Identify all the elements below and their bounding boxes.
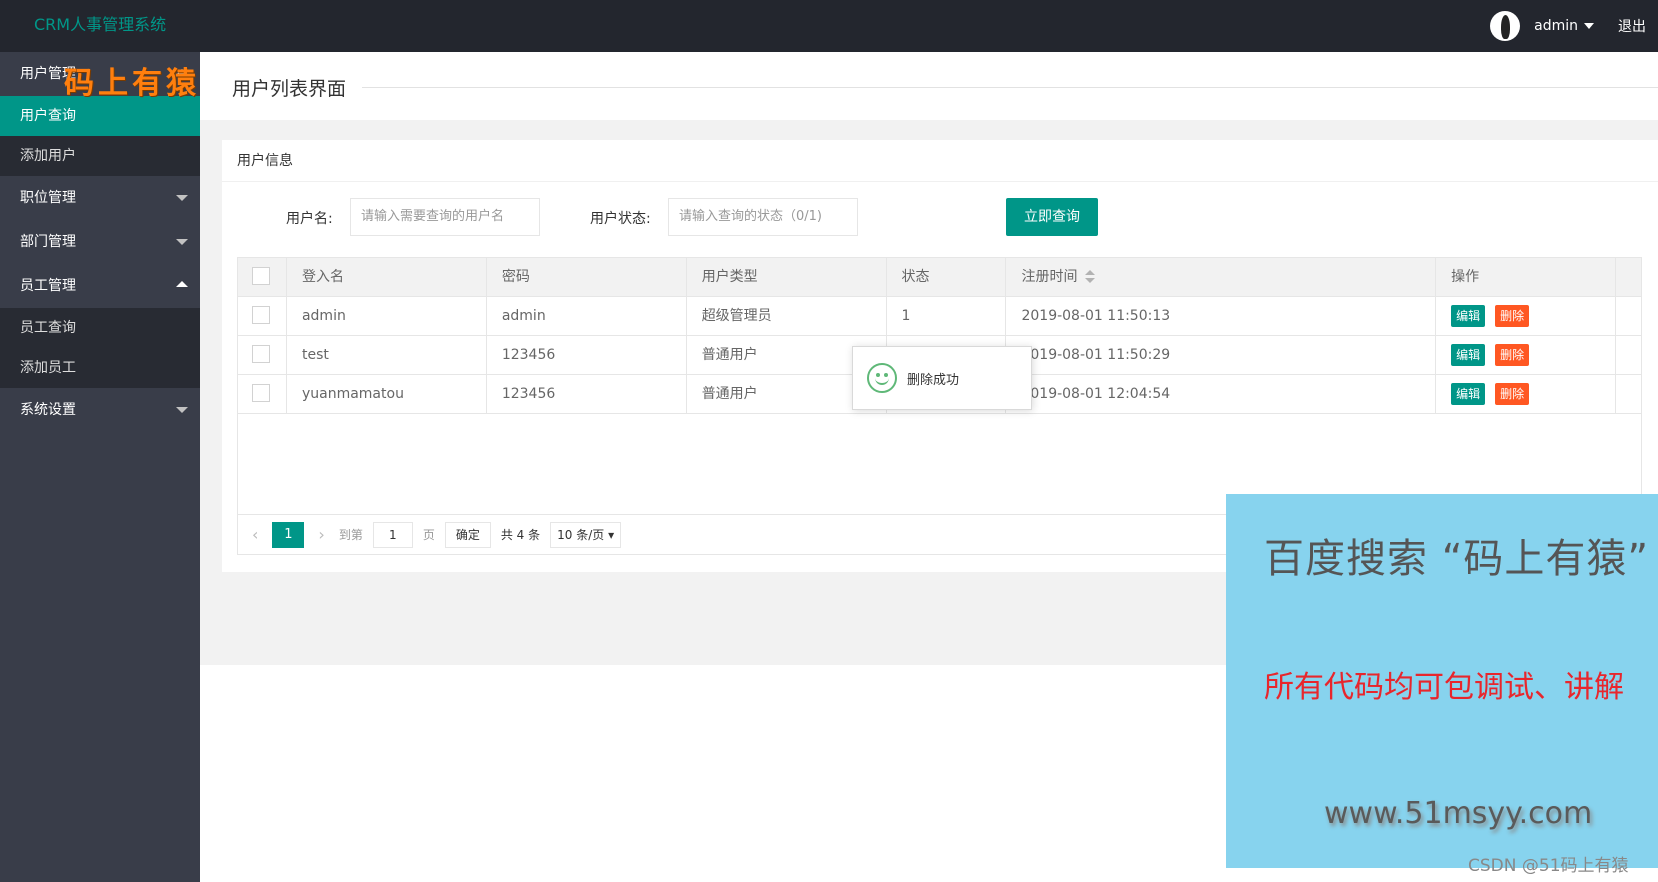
- nav-group-position-management[interactable]: 职位管理: [0, 176, 200, 220]
- chevron-left-icon[interactable]: ‹: [252, 525, 258, 544]
- nav-group-label: 系统设置: [20, 402, 76, 418]
- chevron-down-icon: [176, 195, 188, 201]
- app-logo[interactable]: CRM人事管理系统: [34, 11, 166, 35]
- logout-link[interactable]: 退出: [1618, 16, 1646, 36]
- header-label: 注册时间: [1021, 269, 1078, 285]
- row-checkbox[interactable]: [252, 344, 270, 363]
- toast-message: 删除成功: [907, 372, 960, 388]
- header-cell-login: 登入名: [287, 258, 487, 296]
- sidebar-item-add-user[interactable]: 添加用户: [0, 136, 200, 176]
- cell-registered: 2019-08-01 12:04:54: [1006, 375, 1437, 413]
- card-header: 用户信息: [222, 140, 1658, 182]
- ad-banner: 百度搜索 “码上有猿” 所有代码均可包调试、讲解 www.51msyy.com: [1226, 494, 1658, 868]
- header-cell-status: 状态: [887, 258, 1007, 296]
- cell-password: admin: [487, 297, 687, 335]
- username-search-input[interactable]: 请输入需要查询的用户名: [350, 198, 540, 236]
- title-divider: [362, 87, 1658, 88]
- username-label: 用户名:: [286, 211, 333, 227]
- delete-button[interactable]: 删除: [1495, 305, 1530, 327]
- cell-type: 超级管理员: [687, 297, 887, 335]
- cell-password: 123456: [487, 375, 687, 413]
- select-all-checkbox[interactable]: [252, 266, 270, 285]
- page-current[interactable]: 1: [272, 521, 305, 548]
- csdn-credit: CSDN @51码上有猿: [1468, 856, 1629, 876]
- nav-group-label: 员工管理: [20, 278, 76, 294]
- cell-login: admin: [287, 297, 487, 335]
- cell-registered: 2019-08-01 11:50:29: [1006, 336, 1437, 374]
- table-header: 登入名 密码 用户类型 状态 注册时间 操作: [238, 258, 1641, 297]
- username-label: admin: [1534, 18, 1578, 34]
- title-row: 用户列表界面: [200, 52, 1658, 120]
- cell-actions: 编辑 删除: [1436, 336, 1617, 374]
- sidebar-item-add-employee[interactable]: 添加员工: [0, 348, 200, 388]
- nav-children-user: 用户查询 添加用户: [0, 96, 200, 176]
- page-size-select[interactable]: 10 条/页 ▾: [550, 521, 622, 548]
- cell-registered: 2019-08-01 11:50:13: [1006, 297, 1437, 335]
- sidebar-item-employee-query[interactable]: 员工查询: [0, 308, 200, 348]
- ad-title: 百度搜索 “码上有猿”: [1264, 536, 1650, 582]
- sidebar-item-user-query[interactable]: 用户查询: [0, 96, 200, 136]
- nav-group-system-settings[interactable]: 系统设置: [0, 388, 200, 432]
- watermark-text: 码上有猿: [64, 66, 200, 101]
- cell-login: yuanmamatou: [287, 375, 487, 413]
- query-button[interactable]: 立即查询: [1006, 198, 1098, 236]
- header-cell-filler: [1616, 258, 1641, 296]
- user-menu[interactable]: admin: [1534, 18, 1594, 34]
- page-title: 用户列表界面: [232, 78, 347, 100]
- user-area: admin 退出: [1490, 0, 1658, 52]
- cell-select: [238, 375, 287, 413]
- cell-actions: 编辑 删除: [1436, 297, 1617, 335]
- cell-filler: [1616, 375, 1641, 413]
- edit-button[interactable]: 编辑: [1451, 305, 1486, 327]
- nav-group-employee-management[interactable]: 员工管理: [0, 264, 200, 308]
- success-toast: 删除成功: [852, 346, 1032, 410]
- chevron-down-icon: [176, 407, 188, 413]
- edit-button[interactable]: 编辑: [1451, 344, 1486, 366]
- chevron-up-icon: [176, 281, 188, 287]
- user-avatar[interactable]: [1490, 11, 1521, 41]
- row-checkbox[interactable]: [252, 305, 270, 324]
- cell-select: [238, 336, 287, 374]
- smile-icon: [867, 363, 897, 393]
- nav-group-label: 部门管理: [20, 234, 76, 250]
- chevron-down-icon: [176, 239, 188, 245]
- cell-filler: [1616, 336, 1641, 374]
- chevron-right-icon[interactable]: ›: [318, 525, 324, 544]
- nav-group-label: 职位管理: [20, 190, 76, 206]
- sidebar: 用户管理 用户查询 添加用户 职位管理 部门管理 员工管理 员工查询 添加员工 …: [0, 52, 200, 882]
- cell-filler: [1616, 297, 1641, 335]
- nav-children-employee: 员工查询 添加员工: [0, 308, 200, 388]
- header-cell-select: [238, 258, 287, 296]
- table-row: admin admin 超级管理员 1 2019-08-01 11:50:13 …: [238, 297, 1641, 336]
- header-cell-actions: 操作: [1436, 258, 1617, 296]
- chevron-down-icon: [1584, 23, 1594, 29]
- cell-select: [238, 297, 287, 335]
- ad-subtitle: 所有代码均可包调试、讲解: [1264, 670, 1624, 705]
- edit-button[interactable]: 编辑: [1451, 383, 1486, 405]
- delete-button[interactable]: 删除: [1495, 344, 1530, 366]
- cell-status: 1: [887, 297, 1007, 335]
- goto-suffix: 页: [422, 528, 435, 542]
- row-checkbox[interactable]: [252, 383, 270, 402]
- goto-prefix: 到第: [338, 528, 363, 542]
- total-count: 共 4 条: [500, 528, 541, 542]
- ad-url: www.51msyy.com: [1324, 796, 1593, 831]
- header-cell-type: 用户类型: [687, 258, 887, 296]
- status-label: 用户状态:: [590, 211, 651, 227]
- goto-page-input[interactable]: 1: [372, 521, 413, 548]
- page-size-value: 10 条/页: [557, 527, 605, 542]
- nav-group-department-management[interactable]: 部门管理: [0, 220, 200, 264]
- status-search-input[interactable]: 请输入查询的状态（0/1): [668, 198, 858, 236]
- cell-password: 123456: [487, 336, 687, 374]
- cell-login: test: [287, 336, 487, 374]
- goto-confirm-button[interactable]: 确定: [444, 521, 491, 548]
- header-cell-password: 密码: [487, 258, 687, 296]
- top-header: CRM人事管理系统 admin 退出: [0, 0, 1658, 52]
- delete-button[interactable]: 删除: [1495, 383, 1530, 405]
- header-cell-registered[interactable]: 注册时间: [1006, 258, 1437, 296]
- cell-actions: 编辑 删除: [1436, 375, 1617, 413]
- sort-icon[interactable]: [1085, 270, 1096, 284]
